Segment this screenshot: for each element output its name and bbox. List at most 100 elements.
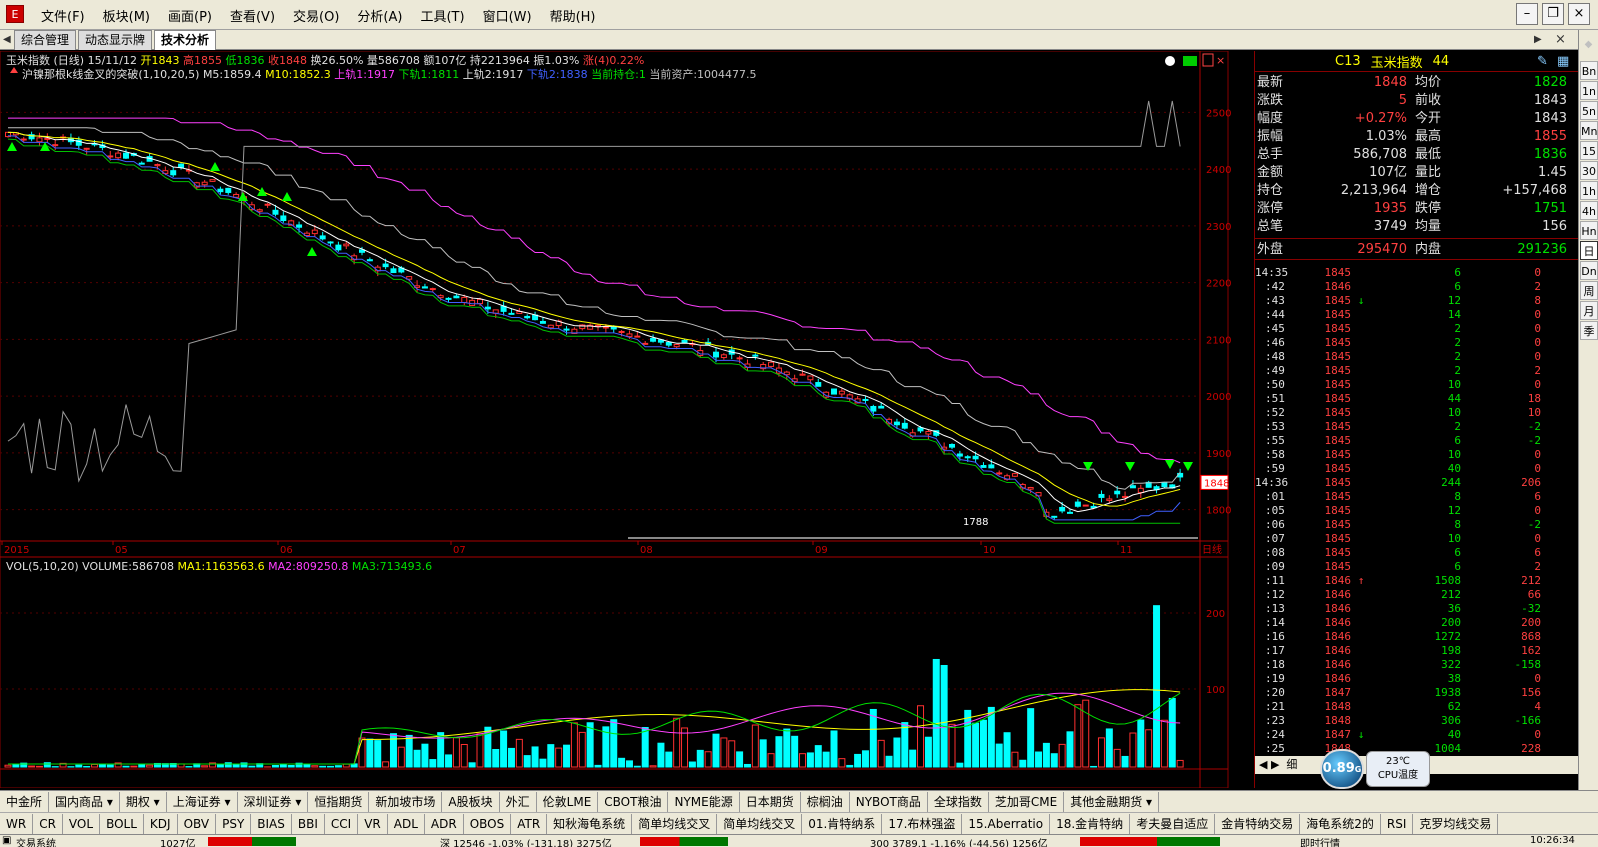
grid-icon[interactable]: ▦ [1557, 54, 1569, 69]
bottom-tab[interactable]: 伦敦LME [537, 791, 599, 812]
bottom-tab[interactable]: OBOS [464, 813, 512, 834]
period-button[interactable]: 15 [1580, 141, 1598, 160]
bottom-tab[interactable]: BOLL [100, 813, 144, 834]
bottom-tab[interactable]: VR [358, 813, 388, 834]
bottom-tab[interactable]: BBI [292, 813, 325, 834]
menu-item[interactable]: 帮助(H) [541, 6, 605, 25]
bottom-tab[interactable]: 国内商品 ▾ [49, 791, 120, 812]
bottom-tab[interactable]: RSI [1381, 813, 1414, 834]
bottom-tab[interactable]: BIAS [251, 813, 292, 834]
restore-button[interactable]: ❐ [1542, 3, 1564, 25]
period-button[interactable]: Hn [1580, 221, 1598, 240]
menu-item[interactable]: 交易(O) [284, 6, 348, 25]
bottom-tab[interactable]: ADR [425, 813, 464, 834]
bottom-tab[interactable]: 中金所 [0, 791, 50, 812]
bottom-tab[interactable]: 15.Aberratio [962, 813, 1051, 834]
tick-volume: 44 [1447, 392, 1461, 405]
bottom-tab[interactable]: 海龟系统2的 [1300, 813, 1381, 834]
bottom-tab[interactable]: 棕榈油 [801, 791, 850, 812]
bottom-tab[interactable]: 简单均线交叉 [632, 813, 718, 834]
kline-chart[interactable]: 玉米指数 (日线) 15/11/12 开1843 高1855 低1836 收18… [0, 50, 1254, 789]
bottom-tab[interactable]: CCI [325, 813, 359, 834]
bottom-tab[interactable]: 芝加哥CME [989, 791, 1065, 812]
period-button[interactable]: 30 [1580, 161, 1598, 180]
bottom-tab[interactable]: KDJ [144, 813, 178, 834]
minimize-button[interactable]: – [1516, 3, 1538, 25]
bottom-tab[interactable]: CR [33, 813, 63, 834]
tick-volume: 40 [1447, 728, 1461, 741]
bottom-tab[interactable]: 克罗均线交易 [1413, 813, 1499, 834]
period-button[interactable]: 1h [1580, 181, 1598, 200]
bottom-tab[interactable]: A股板块 [442, 791, 500, 812]
bottom-tab[interactable]: 日本期货 [740, 791, 801, 812]
bottom-tab[interactable]: 其他金融期货 ▾ [1064, 791, 1160, 812]
bottom-tab[interactable]: 简单均线交叉 [717, 813, 803, 834]
period-button[interactable]: Mn [1580, 121, 1598, 140]
menu-item[interactable]: 窗口(W) [474, 6, 541, 25]
bottom-tab[interactable]: 全球指数 [928, 791, 989, 812]
volume-bar [806, 752, 814, 768]
tab-dynamic-board[interactable]: 动态显示牌 [78, 30, 153, 50]
bottom-tab[interactable]: PSY [216, 813, 252, 834]
bottom-tab[interactable]: WR [0, 813, 34, 834]
tick-volume: 10 [1447, 532, 1461, 545]
bottom-tab[interactable]: 外汇 [500, 791, 537, 812]
tab-comprehensive[interactable]: 综合管理 [14, 30, 77, 50]
tick-arrow [1351, 602, 1371, 616]
bottom-tab[interactable]: OBV [178, 813, 217, 834]
tick-arrow [1351, 378, 1371, 392]
period-button[interactable]: 季 [1580, 321, 1598, 340]
period-button[interactable]: Bn [1580, 61, 1598, 80]
bottom-tab[interactable]: 期权 ▾ [120, 791, 167, 812]
strip-pin-icon[interactable]: ◆ [1579, 30, 1598, 60]
bottom-tab[interactable]: 深圳证券 ▾ [238, 791, 309, 812]
period-button[interactable]: 1n [1580, 81, 1598, 100]
menu-item[interactable]: 工具(T) [411, 6, 473, 25]
bottom-tab[interactable]: CBOT粮油 [598, 791, 669, 812]
bottom-tab[interactable]: NYME能源 [668, 791, 740, 812]
close-button[interactable]: × [1568, 3, 1590, 25]
tick-time: :46 [1265, 336, 1285, 349]
bottom-tab[interactable]: 新加坡市场 [369, 791, 443, 812]
tick-arrow [1351, 476, 1371, 490]
period-strip: ◆ Bn 1n 5n Mn 15 30 1h 4h Hn 日 Dn 周月季 [1578, 30, 1598, 790]
tab-scroll-left-icon[interactable]: ◀ [3, 30, 11, 50]
period-button[interactable]: 月 [1580, 301, 1598, 320]
bottom-tab[interactable]: 17.布林强盗 [882, 813, 963, 834]
quote-label: 金额 [1257, 165, 1284, 180]
period-button[interactable]: Dn [1580, 261, 1598, 280]
bottom-tab[interactable]: 恒指期货 [308, 791, 370, 812]
volume-bar [948, 723, 956, 768]
period-button[interactable]: 日 [1580, 241, 1598, 260]
tick-volume: 2 [1454, 322, 1461, 335]
tab-scroll-right-icon[interactable]: ▶ [1534, 30, 1542, 50]
tab-technical-analysis[interactable]: 技术分析 [154, 30, 217, 50]
bottom-tab[interactable]: VOL [63, 813, 101, 834]
status-seg4[interactable]: 即时行情 [1300, 835, 1340, 847]
bottom-tab[interactable]: 01.肯特纳系 [802, 813, 883, 834]
menu-item[interactable]: 查看(V) [221, 6, 284, 25]
vol-tick-label: 100 [1206, 685, 1225, 696]
candle-body [626, 333, 633, 337]
period-button[interactable]: 4h [1580, 201, 1598, 220]
bottom-tab[interactable]: 上海证券 ▾ [167, 791, 238, 812]
bottom-tab[interactable]: ATR [511, 813, 548, 834]
tick-list[interactable]: 14:35 1845 6 0:42 1846 6 2:43 1845 ↓ 12 … [1255, 266, 1578, 756]
menu-item[interactable]: 画面(P) [159, 6, 221, 25]
header-segment: M10:1852.3 [262, 68, 331, 81]
bottom-tab[interactable]: ADL [388, 813, 425, 834]
pen-icon[interactable]: ✎ [1537, 54, 1548, 69]
tab-close-icon[interactable]: × [1555, 30, 1566, 50]
bottom-tab[interactable]: NYBOT商品 [850, 791, 928, 812]
inner-label: 内盘 [1415, 242, 1442, 257]
menu-item[interactable]: 板块(M) [94, 6, 159, 25]
period-button[interactable]: 周 [1580, 281, 1598, 300]
bottom-tab[interactable]: 知秋海龟系统 [547, 813, 633, 834]
period-button[interactable]: 5n [1580, 101, 1598, 120]
menu-item[interactable]: 文件(F) [32, 6, 94, 25]
bottom-tab[interactable]: 考夫曼自适应 [1130, 813, 1216, 834]
bottom-tab[interactable]: 18.金肯特纳 [1050, 813, 1131, 834]
kline-chart-panel[interactable]: 玉米指数 (日线) 15/11/12 开1843 高1855 低1836 收18… [0, 50, 1254, 789]
bottom-tab[interactable]: 金肯特纳交易 [1215, 813, 1301, 834]
menu-item[interactable]: 分析(A) [348, 6, 411, 25]
